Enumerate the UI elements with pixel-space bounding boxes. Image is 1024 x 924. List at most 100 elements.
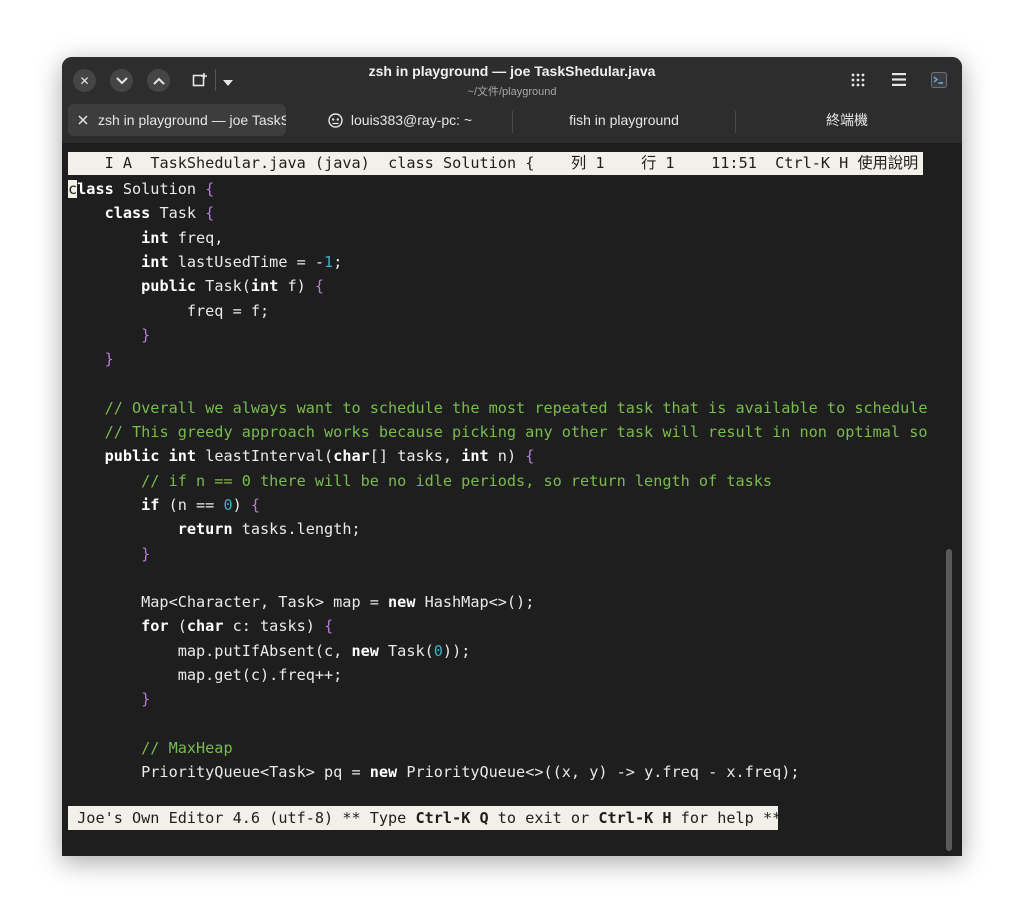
code-token: leastInterval( bbox=[196, 447, 334, 466]
code-token: [] tasks, bbox=[369, 447, 462, 466]
code-token: public bbox=[104, 447, 160, 466]
status-help-key: Ctrl-K H bbox=[775, 154, 849, 172]
scrollbar[interactable] bbox=[946, 549, 952, 851]
code-token: f) bbox=[278, 277, 315, 296]
close-icon[interactable] bbox=[78, 115, 88, 125]
help-key-help: Ctrl-K H bbox=[598, 809, 672, 827]
code-token: new bbox=[351, 641, 379, 660]
code-token: )); bbox=[442, 641, 471, 660]
code-token: HashMap<>(); bbox=[415, 593, 535, 612]
code-token: int bbox=[461, 447, 489, 466]
status-context: class Solution { bbox=[388, 154, 535, 172]
code-line: } bbox=[68, 542, 150, 566]
window-title: zsh in playground — joe TaskShedular.jav… bbox=[368, 63, 656, 79]
code-line: PriorityQueue<Task> pq = new PriorityQue… bbox=[68, 760, 800, 784]
code-token: char bbox=[333, 447, 370, 466]
code-line: map.putIfAbsent(c, new Task(0)); bbox=[68, 639, 471, 663]
code-token: Task bbox=[150, 204, 206, 223]
code-token: return bbox=[177, 520, 233, 539]
ghost-icon bbox=[328, 112, 343, 128]
terminal-content[interactable]: I A TaskShedular.java (java) class Solut… bbox=[62, 143, 962, 856]
code-line: } bbox=[68, 323, 150, 347]
tab-terminal[interactable]: 終端機 bbox=[736, 104, 958, 136]
code-line: // MaxHeap bbox=[68, 736, 233, 760]
code-token: int bbox=[141, 252, 169, 271]
code-line: // Overall we always want to schedule th… bbox=[68, 396, 928, 420]
code-line: public Task(int f) { bbox=[68, 274, 324, 298]
status-col: 1 bbox=[595, 154, 605, 172]
code-token: for bbox=[141, 617, 169, 636]
status-col-label: 列 bbox=[570, 154, 587, 172]
code-token: int bbox=[141, 228, 169, 247]
tab-louis383[interactable]: louis383@ray-pc: ~ bbox=[290, 104, 510, 136]
terminal-window: ✕ zsh in playground — joe TaskShedular.j… bbox=[62, 57, 962, 856]
status-mode: I A bbox=[104, 154, 133, 172]
code-token: map.putIfAbsent(c, bbox=[68, 641, 352, 660]
code-token: Map<Character, Task> map = bbox=[68, 593, 389, 612]
help-text: for help ** bbox=[671, 809, 782, 827]
code-token: new bbox=[388, 593, 416, 612]
editor-help-bar: Joe's Own Editor 4.6 (utf-8) ** Type Ctr… bbox=[68, 806, 781, 830]
code-token: PriorityQueue<Task> pq = bbox=[68, 763, 370, 782]
code-line: public int leastInterval(char[] tasks, i… bbox=[68, 444, 535, 468]
code-line: class Task { bbox=[68, 201, 215, 225]
code-line: // if n == 0 there will be no idle perio… bbox=[68, 469, 772, 493]
status-time: 11:51 bbox=[711, 154, 757, 172]
code-token: Task( bbox=[378, 641, 434, 660]
code-token: class bbox=[104, 204, 151, 223]
code-token: { bbox=[314, 277, 325, 296]
code-token: 1 bbox=[324, 252, 334, 271]
hamburger-menu-icon[interactable] bbox=[892, 73, 906, 89]
tab-fish[interactable]: fish in playground bbox=[513, 104, 735, 136]
code-token: // This greedy approach works because pi… bbox=[104, 423, 928, 441]
code-token: } bbox=[141, 544, 151, 563]
status-row-label: 行 bbox=[641, 154, 657, 172]
code-token: PriorityQueue<>((x, y) -> y.freq - x.fre… bbox=[397, 763, 800, 782]
help-text: Joe's Own Editor 4.6 (utf-8) ** Type bbox=[77, 809, 416, 827]
code-token: // Overall we always want to schedule th… bbox=[104, 398, 928, 417]
code-token: c: tasks) bbox=[223, 617, 325, 636]
tab-zsh-joe[interactable]: zsh in playground — joe TaskShedular.jav… bbox=[68, 104, 286, 136]
code-line: int lastUsedTime = -1; bbox=[68, 250, 342, 274]
tab-bar: zsh in playground — joe TaskShedular.jav… bbox=[62, 103, 962, 143]
code-line: class Solution { bbox=[68, 177, 214, 201]
code-token: Solution bbox=[113, 180, 206, 198]
code-token: if bbox=[141, 495, 160, 514]
tab-label: fish in playground bbox=[569, 112, 679, 128]
code-line: int freq, bbox=[68, 226, 223, 250]
code-line: for (char c: tasks) { bbox=[68, 614, 333, 638]
code-token: ( bbox=[168, 617, 187, 636]
code-line: freq = f; bbox=[68, 299, 269, 323]
code-token: 0 bbox=[433, 641, 443, 660]
code-token: public bbox=[141, 277, 197, 296]
code-token: // MaxHeap bbox=[141, 738, 233, 757]
code-token: 0 bbox=[223, 495, 233, 514]
code-token: lass bbox=[77, 180, 114, 198]
code-line: } bbox=[68, 347, 114, 371]
code-token: n) bbox=[488, 447, 526, 466]
code-token: int bbox=[250, 277, 279, 296]
code-line: return tasks.length; bbox=[68, 517, 361, 541]
code-token: freq = f; bbox=[68, 301, 270, 320]
grid-icon[interactable] bbox=[851, 73, 865, 90]
code-token: { bbox=[205, 204, 215, 223]
code-line: } bbox=[68, 687, 150, 711]
code-token: { bbox=[250, 495, 261, 514]
code-token: freq, bbox=[168, 228, 224, 247]
code-token: new bbox=[369, 763, 398, 782]
code-token: char bbox=[186, 617, 224, 636]
